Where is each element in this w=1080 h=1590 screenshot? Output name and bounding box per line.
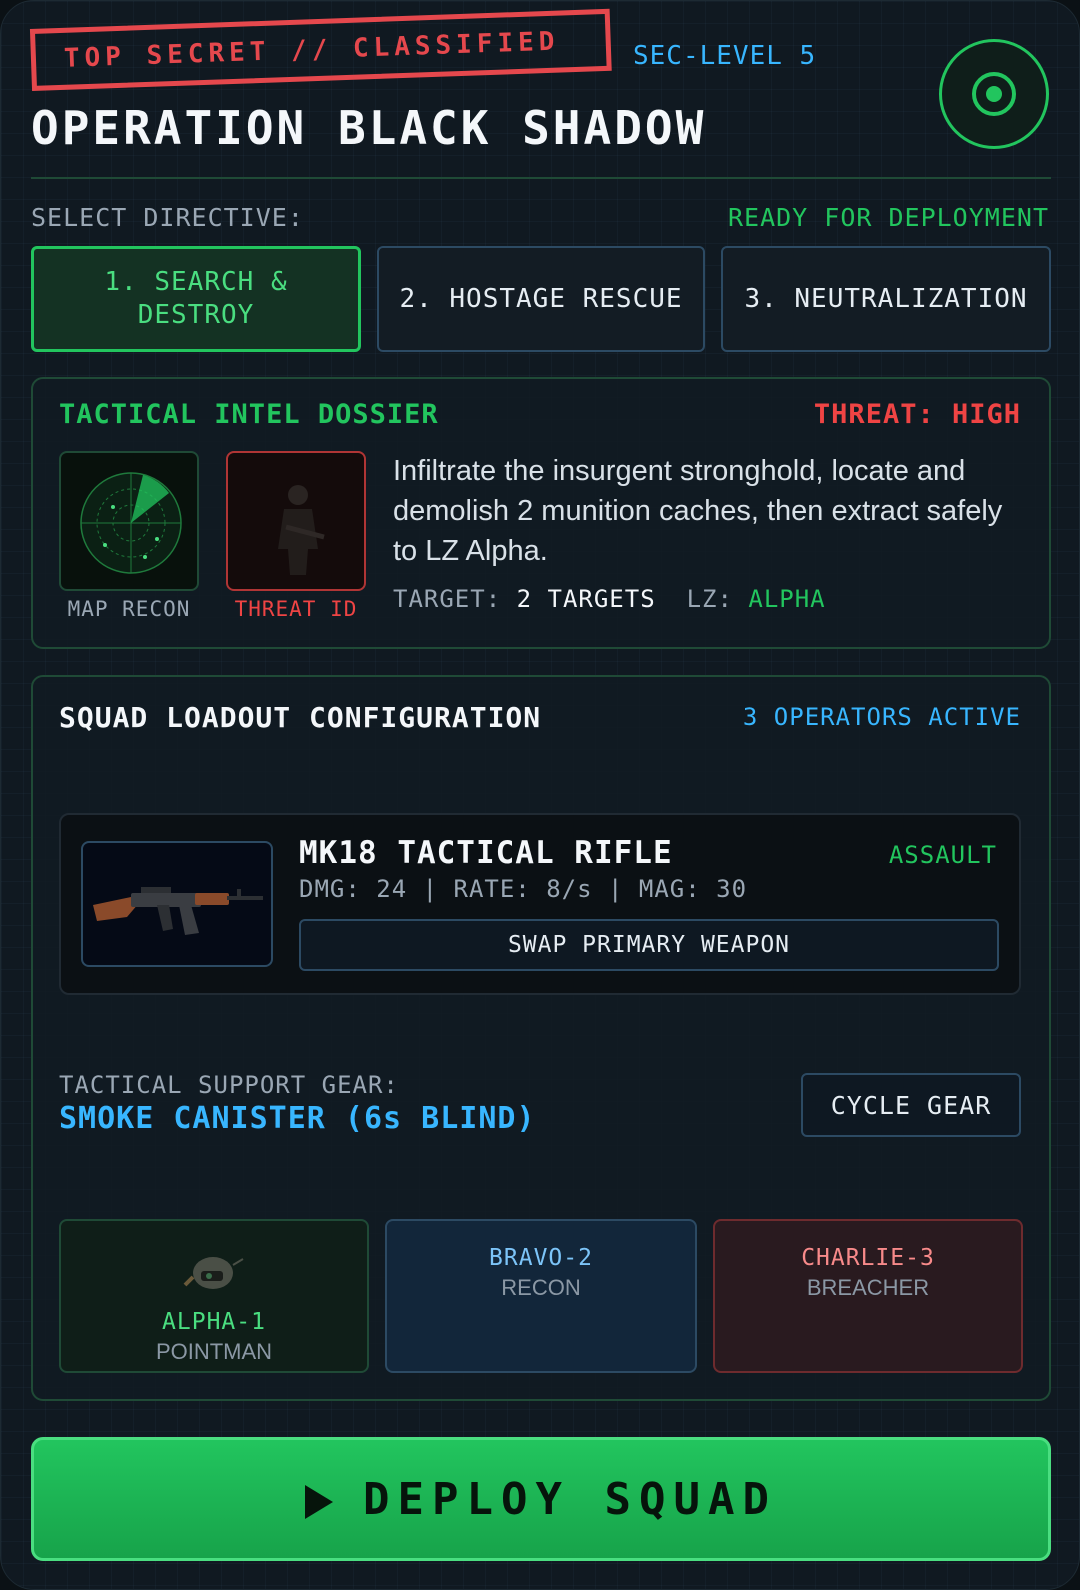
threat-id-label: THREAT ID	[234, 597, 358, 621]
play-icon	[305, 1485, 334, 1519]
operator-role: RECON	[501, 1275, 581, 1300]
operator-card-charlie[interactable]: CHARLIE-3 BREACHER	[713, 1219, 1023, 1373]
rifle-icon	[93, 887, 263, 935]
target-value: 2 TARGETS	[516, 585, 656, 613]
operator-helmet-icon	[183, 1257, 244, 1289]
mission-briefing-text: Infiltrate the insurgent stronghold, loc…	[393, 455, 1003, 567]
operator-callsign: CHARLIE-3	[801, 1245, 935, 1271]
cycle-gear-label: CYCLE GEAR	[830, 1090, 992, 1120]
squad-title: SQUAD LOADOUT CONFIGURATION	[59, 701, 542, 734]
swap-weapon-button[interactable]: SWAP PRIMARY WEAPON	[299, 919, 999, 971]
operator-callsign: BRAVO-2	[489, 1245, 593, 1271]
threat-level: THREAT: HIGH	[813, 399, 1021, 430]
weapon-image	[81, 841, 273, 967]
directive-label: SELECT DIRECTIVE:	[31, 203, 304, 232]
deploy-label: DEPLOY SQUAD	[363, 1473, 777, 1525]
radar-map-icon	[80, 472, 182, 574]
deploy-squad-button[interactable]: DEPLOY SQUAD	[31, 1437, 1051, 1561]
mission-briefing-screen: TOP SECRET // CLASSIFIED SEC-LEVEL 5 OPE…	[0, 0, 1080, 1590]
header-divider	[31, 177, 1051, 179]
deployment-status: READY FOR DEPLOYMENT	[727, 203, 1049, 232]
support-gear-value: SMOKE CANISTER (6s BLIND)	[59, 1101, 536, 1136]
operator-role: POINTMAN	[155, 1339, 273, 1364]
operator-card-alpha[interactable]: ALPHA-1 POINTMAN	[59, 1219, 369, 1373]
lz-value: ALPHA	[748, 585, 826, 613]
directive-label-1: 1. SEARCH & DESTROY	[104, 267, 288, 330]
directive-neutralization[interactable]: 3. NEUTRALIZATION	[721, 246, 1051, 352]
support-gear-label: TACTICAL SUPPORT GEAR:	[59, 1071, 399, 1099]
page-title: OPERATION BLACK SHADOW	[31, 101, 707, 155]
directive-search-destroy[interactable]: 1. SEARCH & DESTROY	[31, 246, 361, 352]
directive-label-3: 3. NEUTRALIZATION	[744, 283, 1028, 314]
weapon-class: ASSAULT	[888, 841, 997, 869]
map-recon-label: MAP RECON	[67, 597, 191, 621]
weapon-name: MK18 TACTICAL RIFLE	[299, 835, 673, 871]
intel-title: TACTICAL INTEL DOSSIER	[59, 399, 439, 430]
radar-button[interactable]	[939, 39, 1049, 149]
mission-meta: TARGET: 2 TARGETS LZ: ALPHA	[393, 585, 826, 613]
directive-label-2: 2. HOSTAGE RESCUE	[399, 283, 683, 314]
classified-stamp: TOP SECRET // CLASSIFIED	[29, 8, 612, 91]
security-level: SEC-LEVEL 5	[633, 41, 817, 71]
weapon-stats: DMG: 24 | RATE: 8/s | MAG: 30	[299, 875, 748, 903]
directive-hostage-rescue[interactable]: 2. HOSTAGE RESCUE	[377, 246, 705, 352]
target-icon	[972, 72, 1016, 116]
lz-label: LZ:	[686, 585, 733, 613]
operators-active-count: 3 OPERATORS ACTIVE	[742, 703, 1021, 731]
swap-weapon-label: SWAP PRIMARY WEAPON	[507, 932, 791, 958]
cycle-gear-button[interactable]: CYCLE GEAR	[801, 1073, 1021, 1137]
target-label: TARGET:	[393, 585, 502, 613]
classified-stamp-text: TOP SECRET // CLASSIFIED	[63, 26, 560, 74]
operator-callsign: ALPHA-1	[162, 1309, 266, 1335]
operator-role: BREACHER	[806, 1275, 930, 1300]
map-recon-thumbnail[interactable]	[59, 451, 199, 591]
hostile-silhouette-icon	[278, 485, 325, 575]
threat-id-thumbnail[interactable]	[226, 451, 366, 591]
operator-card-bravo[interactable]: BRAVO-2 RECON	[385, 1219, 697, 1373]
